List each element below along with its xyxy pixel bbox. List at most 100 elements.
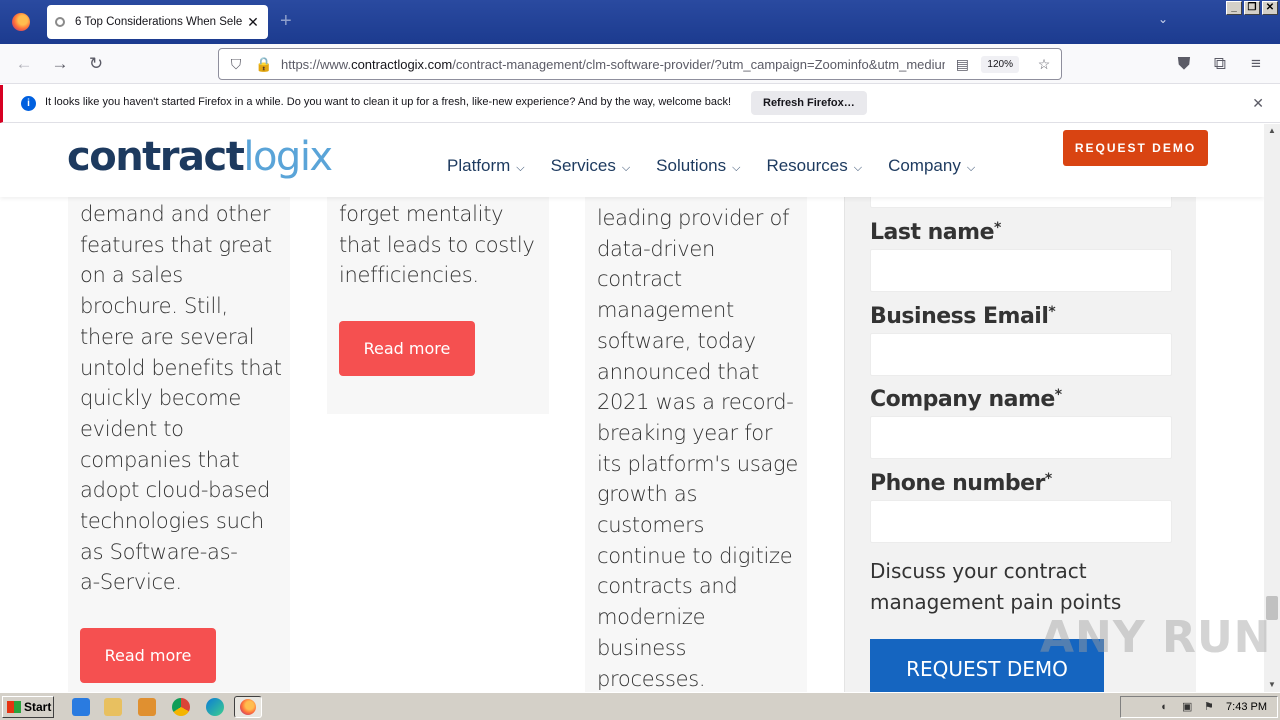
card-1-excerpt: demand and other features that great on a … bbox=[80, 199, 290, 598]
excerpt-line: modernize bbox=[597, 605, 706, 630]
article-card-3: leading provider of data-driven contract ma… bbox=[585, 124, 807, 692]
firefox-taskbar-button[interactable] bbox=[234, 696, 262, 718]
url-text[interactable]: https://www.contractlogix.com/contract-m… bbox=[281, 57, 945, 72]
chevron-down-icon: ⌵ bbox=[516, 162, 525, 174]
bookmark-star-icon[interactable]: ☆ bbox=[1033, 56, 1055, 73]
excerpt-line: on a sales bbox=[80, 263, 183, 288]
browser-toolbar: ← → ↻ ⛉ 🔒 https://www.contractlogix.com/… bbox=[0, 44, 1280, 84]
start-button[interactable]: Start bbox=[2, 696, 54, 718]
card-3-excerpt: leading provider of data-driven contract ma… bbox=[597, 203, 807, 692]
excerpt-line: data-driven bbox=[597, 236, 716, 261]
company-name-field[interactable] bbox=[870, 416, 1172, 459]
page-scrollbar[interactable]: ▲ ▼ bbox=[1264, 124, 1280, 692]
excerpt-line: companies that bbox=[80, 447, 240, 472]
windows-taskbar: Start ◖ ▣ ⚑ 7:43 PM bbox=[0, 692, 1280, 720]
card-2-read-more-button[interactable]: Read more bbox=[339, 321, 475, 376]
chevron-down-icon: ⌵ bbox=[621, 162, 631, 174]
excerpt-line: its platform's usage bbox=[597, 451, 798, 476]
excerpt-line: inefficiencies. bbox=[339, 263, 479, 288]
list-all-tabs-chevron-icon[interactable]: ⌄ bbox=[1158, 12, 1168, 26]
firefox-menu-button[interactable] bbox=[0, 0, 42, 44]
info-icon: i bbox=[21, 96, 36, 111]
network-icon[interactable]: ▣ bbox=[1182, 701, 1194, 713]
excerpt-line: forget mentality bbox=[339, 202, 504, 226]
excerpt-line: as Software-as- bbox=[80, 539, 238, 564]
reload-icon[interactable]: ↻ bbox=[86, 54, 106, 74]
back-arrow-icon[interactable]: ← bbox=[14, 54, 34, 74]
address-bar[interactable]: ⛉ 🔒 https://www.contractlogix.com/contra… bbox=[218, 48, 1062, 80]
excerpt-line: contracts and bbox=[597, 574, 738, 599]
pocket-icon[interactable]: ⛊ bbox=[1174, 54, 1194, 74]
business-email-field[interactable] bbox=[870, 333, 1172, 376]
notification-close-icon[interactable]: ✕ bbox=[1252, 95, 1264, 112]
excerpt-line: software, today bbox=[597, 328, 756, 353]
excerpt-line: that leads to costly bbox=[339, 232, 535, 257]
firefox-icon bbox=[240, 699, 256, 715]
shield-icon[interactable]: ⛉ bbox=[225, 56, 247, 73]
lock-icon[interactable]: 🔒 bbox=[253, 56, 275, 73]
excerpt-line: technologies such bbox=[80, 509, 264, 534]
flag-icon[interactable]: ⚑ bbox=[1204, 701, 1216, 713]
chrome-icon[interactable] bbox=[172, 698, 190, 716]
refresh-firefox-button[interactable]: Refresh Firefox… bbox=[751, 91, 867, 115]
chevron-down-icon: ⌵ bbox=[853, 162, 863, 174]
notification-message: It looks like you haven't started Firefo… bbox=[45, 96, 732, 108]
chevron-down-icon: ⌵ bbox=[732, 162, 741, 174]
minimize-button[interactable]: _ bbox=[1226, 1, 1242, 15]
nav-company[interactable]: Company ⌵ bbox=[888, 156, 975, 176]
reader-view-icon[interactable]: ▤ bbox=[951, 56, 973, 73]
main-nav: Platform ⌵ Services ⌵ Solutions ⌵ Resources… bbox=[447, 156, 975, 176]
header-request-demo-button[interactable]: REQUEST DEMO bbox=[1063, 130, 1208, 166]
excerpt-line: 2021 was a record- bbox=[597, 390, 794, 415]
business-email-label: Business Email* bbox=[870, 304, 1056, 329]
system-tray: ◖ ▣ ⚑ 7:43 PM bbox=[1120, 696, 1278, 718]
firefox-icon bbox=[12, 13, 30, 31]
browser-tab-active[interactable]: 6 Top Considerations When Selecting ✕ bbox=[47, 5, 268, 39]
tab-close-icon[interactable]: ✕ bbox=[246, 14, 260, 31]
last-name-field[interactable] bbox=[870, 249, 1172, 292]
excerpt-line: untold benefits that bbox=[80, 355, 282, 380]
edge-icon[interactable] bbox=[206, 698, 224, 716]
excerpt-line: customers bbox=[597, 513, 705, 538]
file-explorer-icon[interactable] bbox=[104, 698, 122, 716]
windows-flag-icon bbox=[7, 701, 21, 713]
phone-number-label: Phone number* bbox=[870, 471, 1052, 496]
volume-icon[interactable]: ◖ bbox=[1160, 701, 1172, 713]
clock[interactable]: 7:43 PM bbox=[1226, 701, 1267, 713]
nav-platform[interactable]: Platform ⌵ bbox=[447, 156, 525, 176]
close-window-button[interactable]: ✕ bbox=[1262, 1, 1278, 15]
tab-title: 6 Top Considerations When Selecting bbox=[75, 16, 242, 28]
zoom-level-button[interactable]: 120% bbox=[981, 55, 1019, 73]
anyrun-watermark: ANY RUN bbox=[1040, 612, 1272, 663]
tab-favicon-icon bbox=[55, 17, 65, 27]
nav-services[interactable]: Services ⌵ bbox=[551, 156, 631, 176]
excerpt-line: contract bbox=[597, 267, 682, 292]
excerpt-line: there are several bbox=[80, 324, 255, 349]
notification-bar: i It looks like you haven't started Fire… bbox=[0, 85, 1280, 123]
web-page: contractlogix Platform ⌵ Services ⌵ Soluti… bbox=[0, 124, 1264, 692]
hamburger-menu-icon[interactable]: ≡ bbox=[1246, 54, 1266, 74]
restore-button[interactable]: ❐ bbox=[1244, 1, 1260, 15]
scroll-up-arrow-icon[interactable]: ▲ bbox=[1264, 124, 1280, 138]
last-name-label: Last name* bbox=[870, 220, 1001, 245]
card-2-excerpt: forget mentality that leads to costly inef… bbox=[339, 199, 549, 291]
contractlogix-logo[interactable]: contractlogix bbox=[67, 134, 333, 180]
excerpt-line: continue to digitize bbox=[597, 543, 793, 568]
scroll-down-arrow-icon[interactable]: ▼ bbox=[1264, 678, 1280, 692]
nav-solutions[interactable]: Solutions ⌵ bbox=[656, 156, 740, 176]
media-player-icon[interactable] bbox=[138, 698, 156, 716]
excerpt-line: processes. bbox=[597, 666, 706, 691]
nav-resources[interactable]: Resources ⌵ bbox=[766, 156, 862, 176]
new-tab-button[interactable]: + bbox=[280, 10, 292, 33]
excerpt-line: announced that bbox=[597, 359, 759, 384]
excerpt-line: leading provider of bbox=[597, 206, 790, 230]
forward-arrow-icon[interactable]: → bbox=[50, 54, 70, 74]
card-1-read-more-button[interactable]: Read more bbox=[80, 628, 216, 683]
demo-request-form: Last name* Business Email* Company name*… bbox=[844, 124, 1196, 692]
site-header: contractlogix Platform ⌵ Services ⌵ Soluti… bbox=[0, 124, 1264, 197]
phone-number-field[interactable] bbox=[870, 500, 1172, 543]
article-card-1: demand and other features that great on a … bbox=[68, 124, 290, 692]
internet-explorer-icon[interactable] bbox=[72, 698, 90, 716]
excerpt-line: demand and other bbox=[80, 202, 271, 226]
extensions-icon[interactable]: ⧉ bbox=[1210, 54, 1230, 74]
